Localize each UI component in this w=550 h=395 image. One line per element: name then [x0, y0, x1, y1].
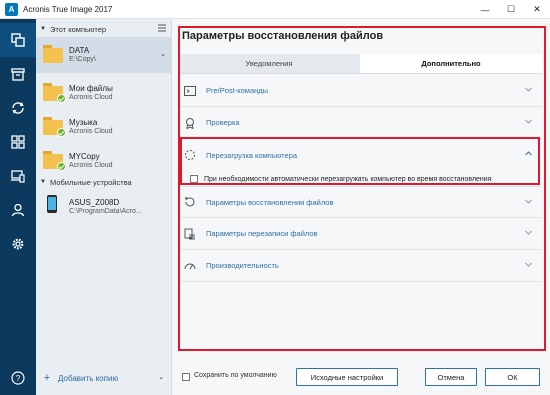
gear-icon	[12, 238, 24, 250]
save-as-default-label: Сохранить по умолчанию	[194, 372, 277, 379]
success-check-icon	[57, 162, 66, 171]
option-performance[interactable]: Производительность	[178, 250, 542, 282]
source-destination: Acronis Cloud	[69, 128, 113, 135]
source-name: Мои файлы	[69, 84, 113, 93]
tab-advanced[interactable]: Дополнительно	[360, 54, 542, 73]
minimize-button[interactable]: —	[472, 0, 498, 19]
save-as-default-checkbox[interactable]	[182, 373, 190, 381]
tab-notifications[interactable]: Уведомления	[178, 54, 360, 73]
plus-icon: +	[43, 372, 51, 384]
chevron-down-icon	[525, 262, 532, 267]
cancel-button[interactable]: Отмена	[425, 368, 477, 386]
options-tabs: Уведомления Дополнительно	[178, 54, 542, 74]
rail-sync-button[interactable]	[0, 91, 36, 125]
rail-devices-button[interactable]	[0, 159, 36, 193]
success-check-icon	[57, 128, 66, 137]
folder-icon	[43, 83, 66, 103]
computer-section-header[interactable]: ▼ Этот компьютер	[36, 22, 172, 36]
folder-icon	[43, 45, 63, 63]
source-destination: C:\ProgramData\Acro...	[69, 208, 142, 215]
badge-icon	[186, 117, 194, 129]
rail-help-button[interactable]: ?	[0, 361, 36, 395]
backup-copies-icon	[11, 33, 25, 47]
page-title: Параметры восстановления файлов	[182, 30, 384, 42]
option-label: Проверка	[206, 118, 240, 127]
source-destination: E:\Copy\	[69, 56, 96, 63]
rail-account-button[interactable]	[0, 193, 36, 227]
option-validation[interactable]: Проверка	[178, 107, 542, 139]
rail-settings-button[interactable]	[0, 227, 36, 261]
close-button[interactable]: ✕	[524, 0, 550, 19]
option-label: Параметры восстановления файлов	[206, 197, 334, 207]
dialog-footer: Сохранить по умолчанию Исходные настройк…	[172, 366, 550, 388]
source-item-data[interactable]: DATA E:\Copy\ ⌄	[36, 37, 172, 73]
chevron-down-icon	[525, 230, 532, 235]
account-icon	[11, 203, 25, 217]
mobile-section-header[interactable]: ▼ Мобильные устройства	[36, 175, 172, 189]
chevron-down-icon	[525, 119, 532, 124]
source-item-my-files[interactable]: Мои файлы Acronis Cloud	[36, 75, 172, 111]
ok-button[interactable]: ОК	[485, 368, 540, 386]
collapse-arrow-icon: ▼	[40, 179, 46, 185]
option-label: Параметры перезаписи файлов	[206, 229, 318, 238]
svg-text:?: ?	[16, 374, 21, 383]
chevron-down-icon	[525, 87, 532, 92]
add-backup-button[interactable]: + Добавить копию ⌄	[36, 369, 172, 387]
option-label: Производительность	[206, 261, 279, 270]
backup-sources-panel: ▼ Этот компьютер DATA E:\Copy\ ⌄ Мои фай…	[36, 19, 172, 395]
phone-icon	[47, 195, 57, 213]
rail-backup-button[interactable]	[0, 23, 36, 57]
computer-section-label: Этот компьютер	[50, 24, 107, 34]
recovery-options-dialog: Параметры восстановления файлов Уведомле…	[172, 19, 550, 395]
option-label: Pre/Post-команды	[206, 86, 269, 95]
devices-icon	[11, 170, 25, 183]
option-pre-post-commands[interactable]: Pre/Post-команды	[178, 75, 542, 107]
add-backup-label: Добавить копию	[58, 373, 119, 383]
source-item-music[interactable]: Музыка Acronis Cloud	[36, 109, 172, 145]
success-check-icon	[57, 94, 66, 103]
acronis-logo-icon: A	[5, 2, 18, 16]
restore-icon	[185, 197, 195, 207]
list-menu-icon[interactable]	[158, 24, 166, 32]
source-name: Музыка	[69, 118, 98, 127]
dashboard-grid-icon	[11, 135, 25, 149]
rail-archive-button[interactable]	[0, 57, 36, 91]
option-file-recovery[interactable]: Параметры восстановления файлов	[178, 186, 542, 218]
reset-defaults-button[interactable]: Исходные настройки	[296, 368, 398, 386]
window-title: Acronis True Image 2017	[23, 4, 113, 14]
rail-dashboard-button[interactable]	[0, 125, 36, 159]
chevron-down-icon	[525, 199, 532, 204]
folder-icon	[43, 151, 66, 171]
source-name: DATA	[69, 46, 90, 55]
option-file-overwrite[interactable]: Параметры перезаписи файлов	[178, 218, 542, 250]
folder-icon	[43, 117, 66, 137]
sync-icon	[12, 102, 24, 114]
overwrite-icon	[184, 228, 195, 239]
terminal-icon	[184, 85, 196, 96]
title-bar: A Acronis True Image 2017 — ☐ ✕	[0, 0, 550, 19]
mobile-section-label: Мобильные устройства	[50, 177, 132, 187]
chevron-down-icon[interactable]: ⌄	[158, 373, 164, 381]
source-name: MYCopy	[69, 152, 100, 161]
chevron-down-icon[interactable]: ⌄	[160, 50, 166, 58]
source-item-mycopy[interactable]: MYCopy Acronis Cloud	[36, 143, 172, 179]
gauge-icon	[184, 263, 196, 269]
help-icon: ?	[11, 371, 25, 385]
archive-icon	[11, 68, 25, 81]
source-item-mobile[interactable]: ASUS_Z008D C:\ProgramData\Acro...	[36, 189, 172, 225]
maximize-button[interactable]: ☐	[498, 0, 524, 19]
collapse-arrow-icon: ▼	[40, 26, 46, 32]
expanded-option-highlight	[180, 137, 540, 185]
source-destination: Acronis Cloud	[69, 162, 113, 169]
source-name: ASUS_Z008D	[69, 198, 120, 207]
source-destination: Acronis Cloud	[69, 94, 113, 101]
navigation-rail: ?	[0, 19, 36, 395]
